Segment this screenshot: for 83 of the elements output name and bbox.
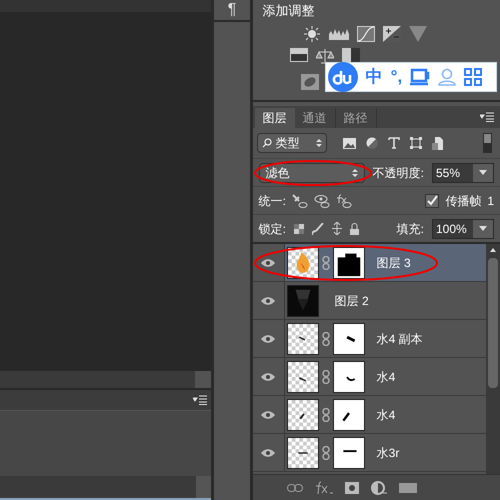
gradient-icon[interactable] xyxy=(290,48,308,62)
layer-name: 水4 xyxy=(376,406,396,424)
grid-icon[interactable] xyxy=(464,68,482,86)
mask-icon[interactable] xyxy=(344,482,359,494)
panel-menu-icon[interactable] xyxy=(480,112,494,122)
scroll-up-arrow-icon[interactable] xyxy=(490,248,496,252)
updown-arrows-icon xyxy=(316,138,322,148)
brush-lock-icon[interactable] xyxy=(312,222,324,234)
layer-mask-thumbnail[interactable] xyxy=(332,360,365,392)
move-lock-icon[interactable] xyxy=(332,222,342,235)
fill-label: 填充: xyxy=(396,220,424,238)
folder-icon[interactable] xyxy=(398,482,417,492)
chain-link-icon[interactable] xyxy=(322,408,330,422)
layer-row[interactable]: 水4 xyxy=(252,396,486,434)
panel-title: 添加调整 xyxy=(262,2,316,20)
dropdown-arrow-icon xyxy=(479,170,487,175)
image-icon[interactable] xyxy=(342,138,356,148)
eye-icon[interactable] xyxy=(261,334,276,342)
horizontal-scrollbar[interactable] xyxy=(0,370,212,388)
layer-name: 水3r xyxy=(376,444,400,462)
chain-link-icon[interactable] xyxy=(322,370,330,384)
cup-icon[interactable] xyxy=(410,68,430,86)
layer-name: 图层 3 xyxy=(376,254,411,272)
eye-icon[interactable] xyxy=(261,296,276,304)
panel-tab[interactable]: 路径 xyxy=(336,108,377,128)
filter-toggle-switch[interactable] xyxy=(483,133,492,153)
fill-field[interactable]: 100% xyxy=(432,218,494,238)
fx-link-icon[interactable] xyxy=(336,194,352,208)
curves-icon[interactable] xyxy=(356,26,375,42)
panel-tab[interactable]: 图层 xyxy=(254,108,295,128)
layer-row[interactable]: 水3r xyxy=(252,434,486,472)
checkerboard-lock-icon[interactable] xyxy=(294,224,304,234)
link-icon[interactable] xyxy=(286,484,303,492)
scale-icon[interactable] xyxy=(316,48,334,64)
layer-mask-thumbnail[interactable] xyxy=(332,322,365,354)
lock-label: 锁定: xyxy=(258,220,286,238)
invert-icon[interactable] xyxy=(300,74,319,90)
chain-link-icon[interactable] xyxy=(322,446,330,460)
layer-mask-thumbnail[interactable] xyxy=(332,246,365,278)
chain-link-icon[interactable] xyxy=(322,256,330,270)
filter-dropdown[interactable]: 类型 xyxy=(256,133,327,153)
eye-icon[interactable] xyxy=(261,448,276,456)
du-logo-icon[interactable] xyxy=(328,62,358,92)
eye-icon[interactable] xyxy=(261,410,276,418)
paragraph-panel-button[interactable]: ¶ xyxy=(214,0,250,22)
punctuation-toggle[interactable]: °, xyxy=(390,64,402,90)
updown-arrows-icon xyxy=(352,168,358,178)
blend-mode-dropdown[interactable]: 滤色 xyxy=(258,162,365,182)
propagate-checkbox[interactable] xyxy=(425,194,440,208)
transform-icon[interactable] xyxy=(410,137,422,149)
pin-link-icon[interactable] xyxy=(292,194,308,208)
layer-name: 水4 xyxy=(376,368,396,386)
layer-name: 水4 副本 xyxy=(376,330,423,348)
eye-icon[interactable] xyxy=(261,258,276,266)
chain-link-icon[interactable] xyxy=(322,332,330,346)
adjustment-circle-icon[interactable] xyxy=(370,480,387,494)
opacity-label: 不透明度: xyxy=(372,164,424,182)
unify-label: 统一: xyxy=(258,192,286,210)
layer-row[interactable]: 水4 xyxy=(252,358,486,396)
panel-tab[interactable]: 通道 xyxy=(294,108,336,128)
layer-row[interactable]: 图层 2 xyxy=(252,282,486,320)
document-icon[interactable] xyxy=(432,136,443,150)
layer-row[interactable]: 水4 副本 xyxy=(252,320,486,358)
sun-icon[interactable] xyxy=(302,26,321,42)
input-mode-toggle[interactable]: 中 xyxy=(366,64,383,90)
vertical-scrollbar[interactable] xyxy=(486,244,500,474)
text-tool-icon[interactable] xyxy=(388,137,400,149)
eye-link-icon[interactable] xyxy=(314,194,330,208)
panel-menu-icon[interactable] xyxy=(193,395,208,406)
dropdown-arrow-icon xyxy=(479,226,487,231)
padlock-icon[interactable] xyxy=(350,222,359,234)
contrast-square-icon[interactable] xyxy=(342,48,360,62)
eye-icon[interactable] xyxy=(261,372,276,380)
fx-icon[interactable] xyxy=(314,480,333,494)
half-circle-icon[interactable] xyxy=(366,137,378,149)
frame-number: 1 xyxy=(487,192,494,210)
opacity-field[interactable]: 55% xyxy=(432,162,494,182)
layer-name: 图层 2 xyxy=(334,292,369,310)
layer-mask-thumbnail[interactable] xyxy=(332,436,365,468)
search-icon xyxy=(262,138,272,148)
layer-row[interactable]: 图层 3 xyxy=(252,244,486,282)
propagate-label: 传播帧 xyxy=(445,192,482,210)
layer-mask-thumbnail[interactable] xyxy=(332,398,365,430)
